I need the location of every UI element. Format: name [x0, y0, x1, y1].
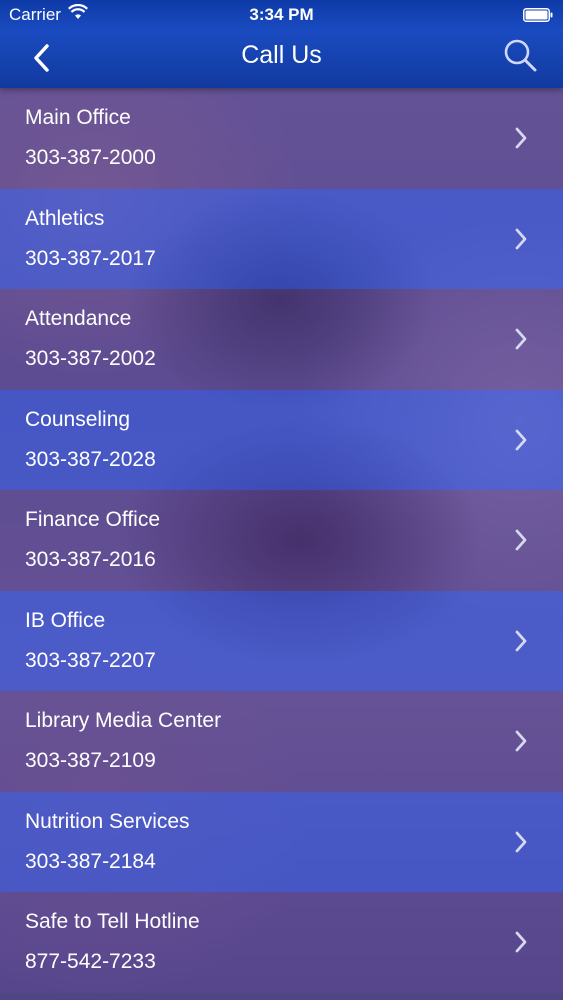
status-bar: Carrier 3:34 PM — [0, 0, 563, 30]
page-title: Call Us — [241, 41, 322, 69]
battery-icon — [523, 7, 553, 22]
search-icon — [504, 39, 537, 72]
chevron-right-icon — [515, 831, 527, 852]
chevron-right-icon — [515, 328, 527, 350]
contact-name: Nutrition Services — [25, 809, 190, 833]
search-button[interactable] — [503, 38, 539, 74]
contact-row-main-office[interactable]: Main Office 303-387-2000 — [0, 88, 563, 189]
contact-phone: 303-387-2207 — [25, 648, 156, 672]
contact-row-safe-to-tell-hotline[interactable]: Safe to Tell Hotline 877-542-7233 — [0, 892, 563, 993]
contact-name: Safe to Tell Hotline — [25, 910, 200, 933]
contact-phone: 303-387-2109 — [25, 749, 156, 772]
contact-phone: 303-387-2002 — [25, 347, 156, 370]
contact-name: Finance Office — [25, 508, 161, 531]
contact-phone: 877-542-7233 — [25, 950, 156, 973]
status-time: 3:34 PM — [249, 5, 314, 24]
header: Carrier 3:34 PM Call Us — [0, 0, 563, 88]
chevron-right-icon — [515, 931, 527, 953]
contact-name: Athletics — [25, 206, 105, 230]
chevron-right-icon — [515, 630, 527, 651]
contact-phone: 303-387-2016 — [25, 548, 156, 571]
contact-row-library-media-center[interactable]: Library Media Center 303-387-2109 — [0, 691, 563, 792]
contact-name: Main Office — [25, 106, 131, 129]
contact-row-nutrition-services[interactable]: Nutrition Services 303-387-2184 — [0, 791, 563, 892]
chevron-right-icon — [515, 228, 527, 249]
contact-name: Attendance — [25, 307, 132, 330]
contact-row-counseling[interactable]: Counseling 303-387-2028 — [0, 389, 563, 490]
navigation-bar: Call Us — [0, 30, 563, 88]
chevron-right-icon — [515, 529, 527, 551]
contact-name: Library Media Center — [25, 709, 222, 732]
screen: Carrier 3:34 PM Call Us Main Office 303-… — [0, 0, 563, 1000]
chevron-right-icon — [515, 730, 527, 752]
contact-row-attendance[interactable]: Attendance 303-387-2002 — [0, 289, 563, 390]
chevron-right-icon — [515, 429, 527, 450]
contact-name: IB Office — [25, 608, 106, 632]
contact-phone: 303-387-2000 — [25, 146, 156, 169]
contact-list: Main Office 303-387-2000 Athletics 303-3… — [0, 88, 563, 993]
contact-phone: 303-387-2017 — [25, 246, 156, 270]
contact-phone: 303-387-2028 — [25, 447, 156, 471]
contact-row-finance-office[interactable]: Finance Office 303-387-2016 — [0, 490, 563, 591]
chevron-right-icon — [515, 127, 527, 149]
contact-name: Counseling — [25, 407, 131, 431]
contact-row-athletics[interactable]: Athletics 303-387-2017 — [0, 188, 563, 289]
contact-phone: 303-387-2184 — [25, 849, 156, 873]
contact-row-ib-office[interactable]: IB Office 303-387-2207 — [0, 590, 563, 691]
